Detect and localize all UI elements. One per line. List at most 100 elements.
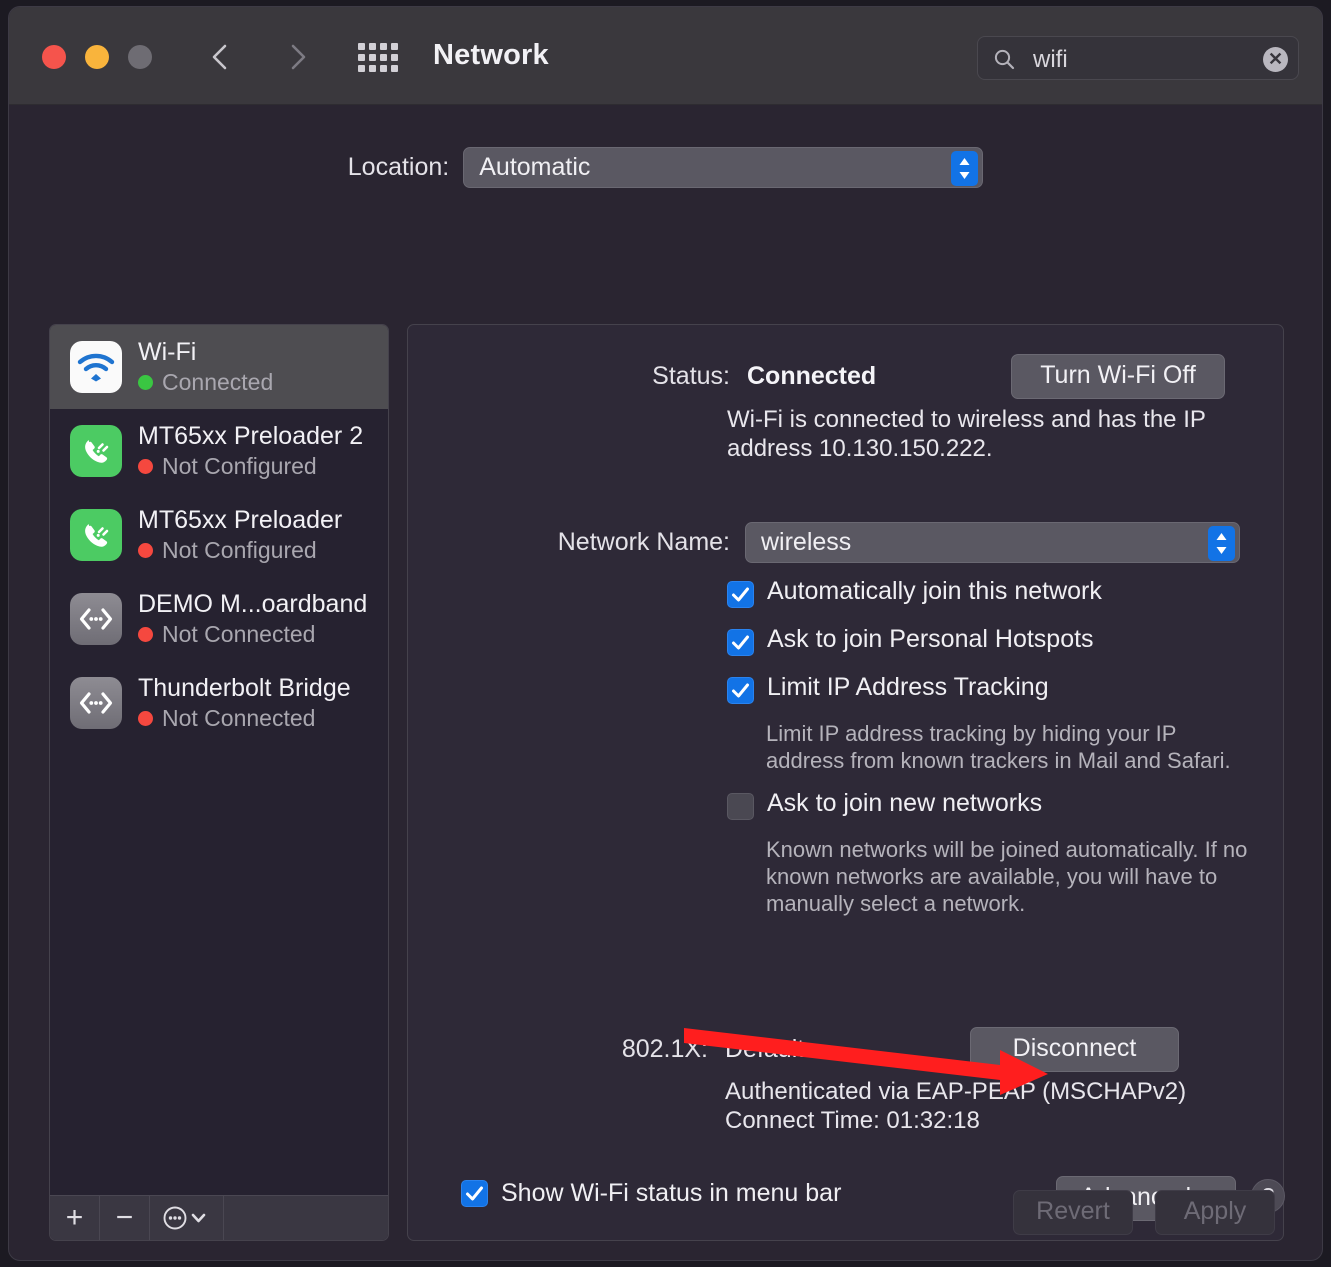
revert-button[interactable]: Revert: [1013, 1190, 1133, 1235]
dot1x-row: 802.1X: Default Disconnect: [408, 1035, 1283, 1064]
add-service-button[interactable]: +: [50, 1196, 100, 1240]
search-icon: [992, 47, 1016, 71]
show-all-grid-icon[interactable]: [358, 41, 404, 73]
status-dot-icon: [138, 375, 153, 390]
wifi-icon: [70, 341, 122, 393]
ellipsis-circle-icon: [160, 1205, 214, 1231]
sidebar-item-text: Wi-Fi Connected: [138, 338, 273, 397]
sidebar-item-status: Not Connected: [138, 621, 367, 648]
auto-join-label: Automatically join this network: [767, 577, 1102, 606]
sidebar-item-name: MT65xx Preloader: [138, 506, 342, 535]
sidebar-item-status-text: Not Configured: [162, 537, 317, 564]
network-name-row: Network Name: wireless: [408, 522, 1283, 563]
status-value: Connected: [747, 362, 1027, 391]
network-name-value: wireless: [746, 523, 1239, 557]
sidebar-item-demo-broadband[interactable]: DEMO M...oardband Not Connected: [50, 577, 388, 661]
sidebar-item-status: Not Configured: [138, 537, 342, 564]
menu-bar-checkbox-row[interactable]: Show Wi-Fi status in menu bar: [461, 1179, 841, 1208]
sidebar-item-name: Thunderbolt Bridge: [138, 674, 351, 703]
sidebar-item-status-text: Not Configured: [162, 453, 317, 480]
sidebar-item-status-text: Not Connected: [162, 705, 315, 732]
clear-icon[interactable]: ✕: [1263, 47, 1288, 72]
sidebar-toolbar-spacer: [224, 1196, 388, 1240]
plus-icon: +: [66, 1203, 84, 1233]
apply-button[interactable]: Apply: [1155, 1190, 1275, 1235]
sidebar-item-text: Thunderbolt Bridge Not Connected: [138, 674, 351, 733]
chevron-updown-icon[interactable]: [951, 151, 978, 186]
minimize-button[interactable]: [85, 45, 109, 69]
limit-ip-checkbox[interactable]: [727, 677, 754, 704]
disconnect-button[interactable]: Disconnect: [970, 1027, 1179, 1072]
new-networks-help-text: Known networks will be joined automatica…: [766, 837, 1261, 917]
back-chevron-icon[interactable]: [201, 37, 241, 77]
hotspots-label: Ask to join Personal Hotspots: [767, 625, 1094, 654]
ethernet-icon: [70, 677, 122, 729]
limit-ip-label: Limit IP Address Tracking: [767, 673, 1049, 702]
screen: Network wifi ✕ Location: Automatic: [0, 0, 1331, 1267]
menu-bar-label: Show Wi-Fi status in menu bar: [501, 1179, 841, 1208]
chevron-updown-icon[interactable]: [1208, 526, 1235, 561]
sidebar-item-mt65xx-preloader-2[interactable]: MT65xx Preloader 2 Not Configured: [50, 409, 388, 493]
location-dropdown[interactable]: Automatic: [463, 147, 983, 188]
dot1x-connect-time: Connect Time: 01:32:18: [725, 1106, 1245, 1135]
sidebar-item-thunderbolt-bridge[interactable]: Thunderbolt Bridge Not Connected: [50, 661, 388, 745]
close-button[interactable]: [42, 45, 66, 69]
sidebar-item-name: DEMO M...oardband: [138, 590, 367, 619]
status-row: Status: Connected Turn Wi-Fi Off: [408, 362, 1283, 391]
phone-modem-icon: [70, 425, 122, 477]
status-dot-icon: [138, 543, 153, 558]
page-title: Network: [433, 39, 549, 72]
sidebar-item-status: Connected: [138, 369, 273, 396]
search-field[interactable]: wifi ✕: [977, 36, 1299, 80]
sidebar-item-text: DEMO M...oardband Not Connected: [138, 590, 367, 649]
auto-join-checkbox-row[interactable]: Automatically join this network: [727, 577, 1102, 608]
sidebar-item-status: Not Configured: [138, 453, 363, 480]
sidebar-item-mt65xx-preloader[interactable]: MT65xx Preloader Not Configured: [50, 493, 388, 577]
status-dot-icon: [138, 711, 153, 726]
sidebar-item-status-text: Connected: [162, 369, 273, 396]
network-preferences-window: Network wifi ✕ Location: Automatic: [8, 6, 1323, 1261]
search-input-value[interactable]: wifi: [1033, 46, 1068, 74]
sidebar-item-wifi[interactable]: Wi-Fi Connected: [50, 325, 388, 409]
sidebar-item-text: MT65xx Preloader Not Configured: [138, 506, 342, 565]
service-actions-button[interactable]: [150, 1196, 224, 1240]
sidebar-item-name: MT65xx Preloader 2: [138, 422, 363, 451]
menu-bar-checkbox[interactable]: [461, 1180, 488, 1207]
network-name-dropdown[interactable]: wireless: [745, 522, 1240, 563]
turn-wifi-off-button[interactable]: Turn Wi-Fi Off: [1011, 354, 1225, 399]
network-name-label: Network Name:: [408, 528, 730, 557]
hotspots-checkbox[interactable]: [727, 629, 754, 656]
ethernet-icon: [70, 593, 122, 645]
auto-join-checkbox[interactable]: [727, 581, 754, 608]
new-networks-checkbox[interactable]: [727, 793, 754, 820]
network-services-sidebar: Wi-Fi Connected: [49, 324, 389, 1241]
location-value: Automatic: [464, 148, 982, 182]
limit-ip-help-text: Limit IP address tracking by hiding your…: [766, 721, 1246, 775]
network-services-list: Wi-Fi Connected: [50, 325, 388, 1197]
status-label: Status:: [408, 362, 730, 391]
hotspots-checkbox-row[interactable]: Ask to join Personal Hotspots: [727, 625, 1094, 656]
location-row: Location: Automatic: [9, 147, 1322, 188]
minus-icon: −: [116, 1203, 134, 1233]
window-titlebar: Network wifi ✕: [9, 7, 1322, 105]
zoom-button[interactable]: [128, 45, 152, 69]
dot1x-value: Default: [725, 1035, 945, 1064]
window-body: Location: Automatic: [9, 105, 1322, 1261]
sidebar-item-status-text: Not Connected: [162, 621, 315, 648]
sidebar-item-text: MT65xx Preloader 2 Not Configured: [138, 422, 363, 481]
status-dot-icon: [138, 459, 153, 474]
sidebar-toolbar: + −: [50, 1195, 388, 1240]
location-label: Location:: [348, 153, 449, 182]
remove-service-button[interactable]: −: [100, 1196, 150, 1240]
new-networks-checkbox-row[interactable]: Ask to join new networks: [727, 789, 1042, 820]
sidebar-item-name: Wi-Fi: [138, 338, 273, 367]
forward-chevron-icon[interactable]: [277, 37, 317, 77]
traffic-lights: [42, 45, 152, 69]
wifi-detail-pane: Status: Connected Turn Wi-Fi Off Wi-Fi i…: [407, 324, 1284, 1241]
status-description: Wi-Fi is connected to wireless and has t…: [727, 405, 1217, 464]
dot1x-label: 802.1X:: [408, 1035, 708, 1064]
dot1x-auth-text: Authenticated via EAP-PEAP (MSCHAPv2): [725, 1077, 1245, 1106]
new-networks-label: Ask to join new networks: [767, 789, 1042, 818]
limit-ip-checkbox-row[interactable]: Limit IP Address Tracking: [727, 673, 1049, 704]
status-dot-icon: [138, 627, 153, 642]
